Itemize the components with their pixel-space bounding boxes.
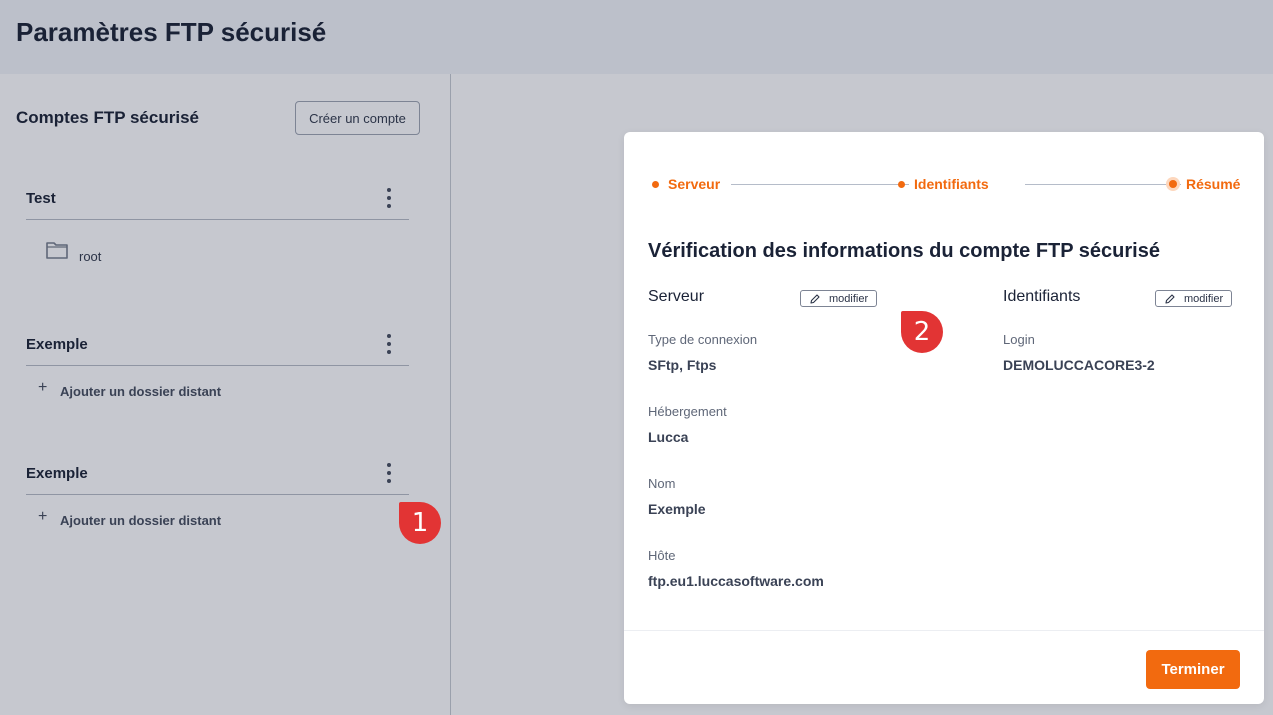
field-value: DEMOLUCCACORE3-2 — [1003, 357, 1155, 373]
field-label: Nom — [648, 476, 676, 491]
account-summary-dialog: Serveur Identifiants Résumé Vérification… — [624, 132, 1264, 704]
add-remote-folder-button[interactable]: + Ajouter un dossier distant — [26, 495, 409, 531]
sidebar-title: Comptes FTP sécurisé — [16, 108, 199, 127]
account-exemple: Exemple + Ajouter un dossier distant — [26, 455, 409, 531]
folder-icon — [46, 242, 68, 259]
account-header: Exemple — [26, 326, 409, 366]
field-label: Hôte — [648, 548, 676, 563]
callout-marker-1: 1 — [399, 502, 441, 544]
step-server: Serveur — [652, 176, 720, 192]
folder-label: root — [79, 249, 102, 264]
add-remote-folder-label: Ajouter un dossier distant — [60, 384, 222, 399]
field-value: SFtp, Ftps — [648, 357, 717, 373]
add-remote-folder-button[interactable]: + Ajouter un dossier distant — [26, 366, 409, 402]
more-options-icon[interactable] — [383, 188, 395, 208]
stepper: Serveur Identifiants Résumé — [648, 176, 1240, 194]
pencil-icon — [810, 293, 820, 304]
step-summary: Résumé — [1166, 176, 1240, 192]
top-bar: Paramètres FTP sécurisé — [0, 0, 1273, 74]
sidebar: Comptes FTP sécurisé Créer un compte Tes… — [0, 74, 451, 715]
dialog-title: Vérification des informations du compte … — [648, 240, 1160, 262]
pencil-icon — [1165, 293, 1175, 304]
edit-server-button[interactable]: modifier — [800, 290, 878, 307]
account-name: Exemple — [26, 465, 88, 482]
more-options-icon[interactable] — [383, 463, 395, 483]
dialog-footer: Terminer — [624, 630, 1264, 704]
field-value: Lucca — [648, 429, 689, 445]
more-options-icon[interactable] — [383, 334, 395, 354]
account-name: Exemple — [26, 336, 88, 353]
field-value: Exemple — [648, 501, 706, 517]
field-label: Type de connexion — [648, 332, 758, 347]
step-dot-current — [1166, 177, 1180, 191]
field-value: ftp.eu1.luccasoftware.com — [648, 573, 824, 589]
server-section-title: Serveur — [648, 288, 705, 305]
plus-icon: + — [38, 508, 48, 525]
step-credentials: Identifiants — [898, 176, 989, 192]
field-label: Login — [1003, 332, 1035, 347]
field-label: Hébergement — [648, 404, 727, 419]
account-name: Test — [26, 190, 56, 207]
step-connector — [1025, 184, 1181, 185]
account-exemple: Exemple + Ajouter un dossier distant — [26, 326, 409, 402]
callout-marker-2: 2 — [901, 311, 943, 353]
credentials-section-title: Identifiants — [1003, 288, 1081, 305]
step-dot — [898, 180, 905, 188]
step-connector — [731, 184, 909, 185]
edit-credentials-button[interactable]: modifier — [1155, 290, 1233, 307]
step-dot — [652, 180, 659, 188]
plus-icon: + — [38, 379, 48, 396]
folder-item[interactable]: root — [26, 230, 409, 270]
page-title: Paramètres FTP sécurisé — [16, 17, 327, 47]
account-header: Test — [26, 180, 409, 220]
create-account-button[interactable]: Créer un compte — [295, 101, 420, 135]
account-test: Test root — [26, 180, 409, 270]
add-remote-folder-label: Ajouter un dossier distant — [60, 513, 222, 528]
account-header: Exemple — [26, 455, 409, 495]
finish-button[interactable]: Terminer — [1146, 650, 1240, 689]
